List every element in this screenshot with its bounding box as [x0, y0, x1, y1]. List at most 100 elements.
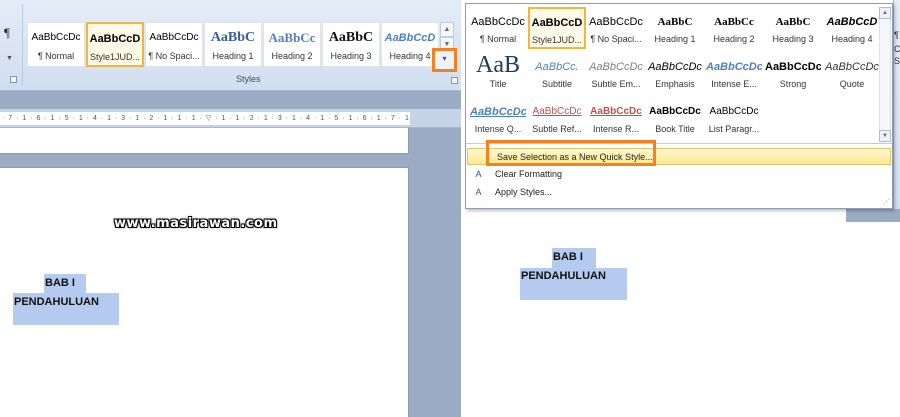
style-sample: AaBbCcDc [648, 61, 702, 73]
style-book-title[interactable]: AaBbCcDc Book Title [646, 97, 704, 139]
style-name: Heading 2 [713, 34, 755, 44]
style-subtitle[interactable]: AaBbCc. Subtitle [528, 52, 586, 94]
document-page[interactable] [463, 209, 900, 417]
style-sample: AaBbCcDc [470, 106, 526, 118]
style-quote[interactable]: AaBbCcDc Quote [823, 52, 881, 94]
style-sample: AaBbCcDc [706, 61, 762, 73]
style-sample: AaBbCcD [384, 32, 436, 44]
style-sample: AaBbCc. [535, 61, 579, 73]
save-quick-style-highlight [486, 140, 656, 166]
dropdown-scrollbar[interactable]: ▲ ▼ [879, 7, 891, 142]
style-style1jud[interactable]: AaBbCcD Style1JUD... [86, 22, 144, 67]
style-name: Heading 4 [831, 34, 873, 44]
style-sample: AaBbCcD [826, 16, 878, 28]
style-name: Subtitle [541, 79, 573, 89]
dropdown-scroll-up-button[interactable]: ▲ [879, 7, 891, 19]
dropdown-scroll-down-button[interactable]: ▼ [879, 130, 891, 142]
style-name: Style1JUD... [89, 52, 140, 62]
apply-styles-menu-item[interactable]: A Apply Styles... [466, 184, 892, 201]
apply-styles-icon: A [475, 187, 482, 197]
right-screenshot: ¶ C Sp AaBbCcDc ¶ Normal AaBbCcD Style1JUD.… [463, 0, 900, 417]
style-intense-q[interactable]: AaBbCcDc Intense Q... [469, 97, 527, 139]
style-heading-3[interactable]: AaBbC Heading 3 [764, 7, 822, 49]
clear-formatting-menu-item[interactable]: A Clear Formatting [466, 166, 892, 183]
style-name: ¶ No Spaci... [148, 51, 200, 61]
style-name: Intense E... [711, 79, 757, 89]
style-heading-2[interactable]: AaBbCc Heading 2 [705, 7, 763, 49]
ruler-scale: · 7 · 1 · 6 · 1 · 5 · 1 · 4 · 1 · 3 · 1 … [0, 112, 410, 125]
style-name: Style1JUD... [531, 35, 582, 45]
style-strong[interactable]: AaBbCcDc Strong [764, 52, 822, 94]
style-name: ¶ Normal [37, 51, 75, 61]
style-name: Heading 1 [654, 34, 696, 44]
paragraph-dialog-launcher[interactable] [10, 76, 17, 83]
apply-styles-label: Apply Styles... [495, 187, 553, 197]
doc-heading-bab[interactable]: BAB I [553, 251, 583, 263]
style-no-spaci[interactable]: AaBbCcDc ¶ No Spaci... [587, 7, 645, 49]
style-name: Emphasis [655, 79, 695, 89]
style-sample: AaBbCc [714, 16, 754, 28]
doc-heading-bab[interactable]: BAB I [45, 277, 75, 289]
style-sample: AaBbCcD [89, 33, 141, 45]
style-sample: AaBbCcDc [31, 32, 81, 43]
style-list-paragr[interactable]: AaBbCcDc List Paragr... [705, 97, 763, 139]
style-sample: AaBbCcDc [765, 61, 821, 73]
left-screenshot: ¶ ▼ AaBbCcDc ¶ Normal AaBbCcD Style1JUD... A… [0, 0, 461, 417]
style-sample: AaBbCcDc [589, 61, 643, 73]
style-subtle-em[interactable]: AaBbCcDc Subtle Em... [587, 52, 645, 94]
dropdown-scroll-track[interactable] [879, 19, 891, 130]
style-heading-4[interactable]: AaBbCcD Heading 4 [381, 22, 439, 67]
style-sample: AaBbC [775, 16, 811, 28]
gallery-more-button[interactable]: ▾ [432, 48, 457, 72]
style-heading-2[interactable]: AaBbCc Heading 2 [263, 22, 321, 67]
previous-page [0, 128, 409, 154]
style-name: Quote [839, 79, 865, 89]
horizontal-ruler[interactable]: · 7 · 1 · 6 · 1 · 5 · 1 · 4 · 1 · 3 · 1 … [0, 109, 461, 128]
styles-gallery: AaBbCcDc ¶ Normal AaBbCcD Style1JUD... AaBbC… [27, 22, 439, 68]
style-name: Heading 3 [772, 34, 814, 44]
quick-styles-dropdown: AaBbCcDc ¶ Normal AaBbCcD Style1JUD... AaBbC… [465, 3, 893, 209]
style-heading-1[interactable]: AaBbC Heading 1 [646, 7, 704, 49]
doc-heading-pendahuluan[interactable]: PENDAHULUAN [14, 296, 99, 308]
workspace-background [846, 209, 900, 222]
paragraph-mark-icon[interactable]: ¶ [4, 25, 16, 41]
style-name: Heading 4 [389, 51, 431, 61]
style-title[interactable]: AaB Title [469, 52, 527, 94]
style-name: ¶ Normal [479, 34, 517, 44]
style-name: Title [489, 79, 507, 89]
style-name: Book Title [655, 124, 695, 134]
watermark: www.masirawan.com [114, 216, 278, 231]
style-sample: AaBbCcDc [590, 106, 642, 117]
resize-grip-icon[interactable]: ⋰ [883, 198, 890, 206]
style-intense-e[interactable]: AaBbCcDc Intense E... [705, 52, 763, 94]
style-sample: AaBbCc [268, 30, 316, 45]
style-normal[interactable]: AaBbCcDc ¶ Normal [469, 7, 527, 49]
style-style1jud[interactable]: AaBbCcD Style1JUD... [528, 7, 586, 49]
paragraph-caret-icon[interactable]: ▼ [6, 55, 13, 62]
style-heading-4[interactable]: AaBbCcD Heading 4 [823, 7, 881, 49]
style-name: Subtle Ref... [532, 124, 582, 134]
style-name: Intense Q... [474, 124, 522, 134]
ribbon-edge-label: ¶ [894, 30, 899, 40]
style-sample: AaB [476, 53, 520, 77]
styles-group-label: Styles [236, 74, 261, 84]
styles-dialog-launcher[interactable] [451, 77, 458, 84]
style-sample: AaBbC [328, 30, 374, 45]
style-sample: AaBbC [210, 30, 256, 45]
style-sample: AaBbCcD [531, 17, 583, 29]
style-name: Heading 3 [330, 51, 372, 61]
ribbon: ¶ ▼ AaBbCcDc ¶ Normal AaBbCcD Style1JUD... A… [0, 0, 461, 91]
style-subtle-ref[interactable]: AaBbCcDc Subtle Ref... [528, 97, 586, 139]
doc-heading-pendahuluan[interactable]: PENDAHULUAN [521, 270, 606, 282]
style-emphasis[interactable]: AaBbCcDc Emphasis [646, 52, 704, 94]
style-normal[interactable]: AaBbCcDc ¶ Normal [27, 22, 85, 67]
style-name: Heading 2 [271, 51, 313, 61]
style-sample: AaBbCcDc [649, 106, 701, 117]
gallery-scroll-up-button[interactable]: ▲ [440, 22, 454, 37]
style-heading-3[interactable]: AaBbC Heading 3 [322, 22, 380, 67]
style-heading-1[interactable]: AaBbC Heading 1 [204, 22, 262, 67]
style-no-spaci[interactable]: AaBbCcDc ¶ No Spaci... [145, 22, 203, 67]
style-name: Heading 1 [212, 51, 254, 61]
style-intense-r[interactable]: AaBbCcDc Intense R... [587, 97, 645, 139]
style-name: ¶ No Spaci... [590, 34, 642, 44]
